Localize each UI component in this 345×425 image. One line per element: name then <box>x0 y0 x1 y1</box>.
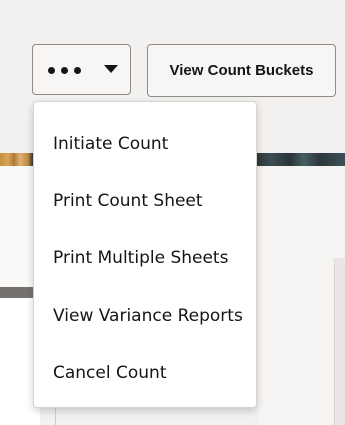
menu-item-initiate-count[interactable]: Initiate Count <box>53 129 168 159</box>
ellipsis-dot <box>48 67 55 74</box>
more-actions-menu: Initiate Count Print Count Sheet Print M… <box>33 101 257 408</box>
ellipsis-dot <box>61 67 68 74</box>
ellipsis-icon <box>48 67 81 74</box>
menu-item-cancel-count[interactable]: Cancel Count <box>53 358 166 388</box>
caret-down-icon <box>104 65 118 73</box>
background-content-area <box>258 166 345 425</box>
menu-item-print-multiple-sheets[interactable]: Print Multiple Sheets <box>53 243 228 273</box>
more-actions-button[interactable] <box>32 44 131 95</box>
menu-item-print-count-sheet[interactable]: Print Count Sheet <box>53 186 203 216</box>
view-count-buckets-button[interactable]: View Count Buckets <box>147 44 336 97</box>
background-divider-line <box>55 408 56 425</box>
menu-item-view-variance-reports[interactable]: View Variance Reports <box>53 301 243 331</box>
ellipsis-dot <box>74 67 81 74</box>
scrollbar-track[interactable] <box>334 258 345 425</box>
